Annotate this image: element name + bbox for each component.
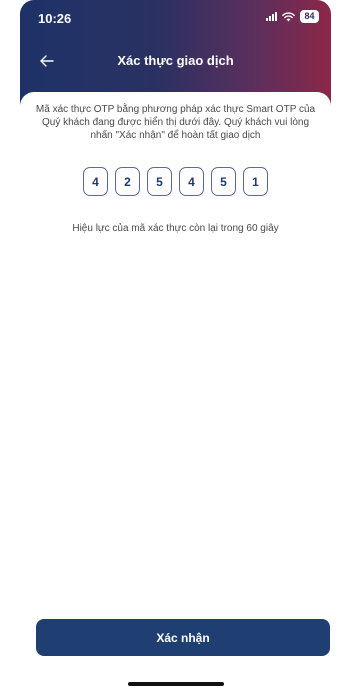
otp-digit-box: 4	[83, 167, 108, 196]
otp-digit-box: 2	[115, 167, 140, 196]
otp-code-row: 4 2 5 4 5 1	[20, 167, 331, 196]
home-indicator	[128, 682, 224, 686]
page-title: Xác thực giao dịch	[117, 53, 234, 68]
nav-bar: Xác thực giao dịch	[20, 44, 331, 78]
content-card: Mã xác thực OTP bằng phương pháp xác thự…	[20, 92, 331, 695]
wifi-icon	[282, 11, 295, 21]
otp-digit-box: 5	[147, 167, 172, 196]
confirm-button[interactable]: Xác nhận	[36, 619, 330, 656]
status-icons: 84	[266, 10, 319, 23]
otp-validity-text: Hiệu lực của mã xác thực còn lại trong 6…	[72, 223, 279, 234]
status-bar: 10:26 84	[20, 0, 331, 40]
otp-digit-box: 4	[179, 167, 204, 196]
signal-icon	[266, 12, 277, 21]
otp-digit-box: 5	[211, 167, 236, 196]
status-time: 10:26	[38, 11, 72, 26]
otp-instruction-text: Mã xác thực OTP bằng phương pháp xác thự…	[35, 104, 316, 141]
battery-icon: 84	[300, 10, 319, 23]
phone-screen: 10:26 84 Xác thực giao dịch Mã xác thực …	[0, 0, 339, 695]
otp-digit-box: 1	[243, 167, 268, 196]
header-gradient: 10:26 84 Xác thực giao dịch	[20, 0, 331, 106]
